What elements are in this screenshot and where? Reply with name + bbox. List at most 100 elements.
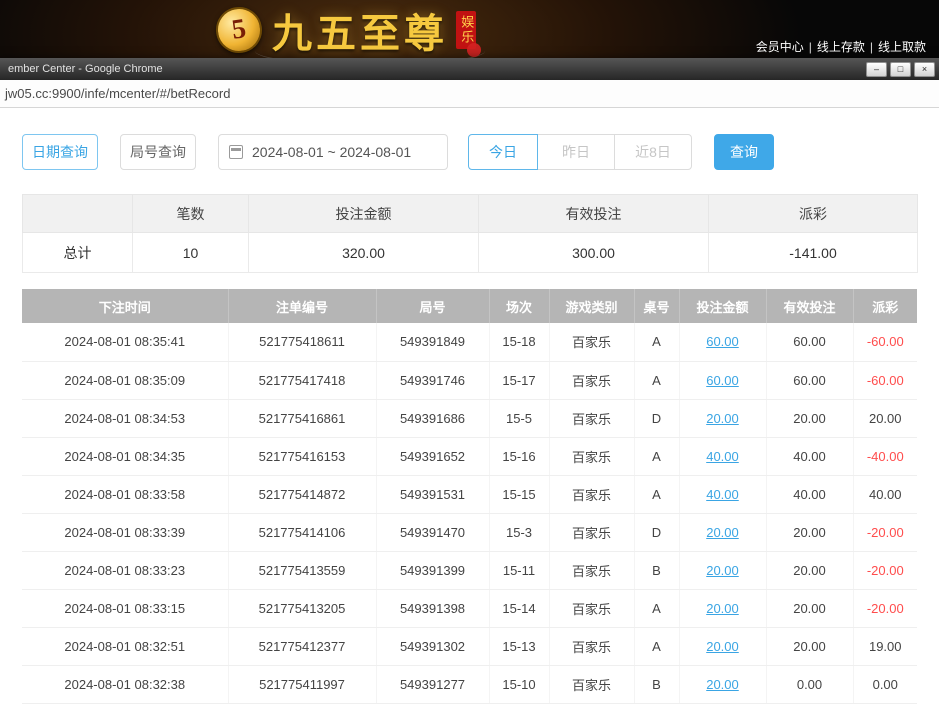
cell-bet-amount: 60.00 xyxy=(679,361,766,399)
cell-payout: -20.00 xyxy=(853,551,917,589)
summary-header-payout: 派彩 xyxy=(709,195,918,233)
cell-payout: -20.00 xyxy=(853,513,917,551)
cell-valid-bet: 40.00 xyxy=(766,475,853,513)
summary-header-count: 笔数 xyxy=(133,195,249,233)
browser-window: ember Center - Google Chrome – □ × jw05.… xyxy=(0,58,939,708)
table-row: 2024-08-01 08:33:39521775414106549391470… xyxy=(22,513,917,551)
cell-valid-bet: 20.00 xyxy=(766,513,853,551)
col-header-session: 场次 xyxy=(489,289,549,323)
summary-header-row: 笔数 投注金额 有效投注 派彩 xyxy=(23,195,918,233)
table-row: 2024-08-01 08:35:09521775417418549391746… xyxy=(22,361,917,399)
summary-valid-bet-value: 300.00 xyxy=(479,233,709,273)
cell-game-type: 百家乐 xyxy=(549,475,634,513)
cell-round-id: 549391652 xyxy=(376,437,489,475)
cell-bet-id: 521775413559 xyxy=(228,551,376,589)
cell-bet-amount: 20.00 xyxy=(679,665,766,703)
bet-amount-link[interactable]: 20.00 xyxy=(706,601,739,616)
cell-bet-time: 2024-08-01 08:35:09 xyxy=(22,361,228,399)
cell-valid-bet: 40.00 xyxy=(766,437,853,475)
cell-bet-id: 521775417418 xyxy=(228,361,376,399)
cell-payout: 20.00 xyxy=(853,399,917,437)
date-query-tab[interactable]: 日期查询 xyxy=(22,134,98,170)
bet-amount-link[interactable]: 20.00 xyxy=(706,411,739,426)
cell-bet-id: 521775413205 xyxy=(228,589,376,627)
cell-game-type: 百家乐 xyxy=(549,437,634,475)
cell-session: 15-18 xyxy=(489,323,549,361)
cell-session: 15-10 xyxy=(489,665,549,703)
browser-urlbar[interactable]: jw05.cc:9900/infe/mcenter/#/betRecord xyxy=(0,80,939,108)
cell-payout: 0.00 xyxy=(853,665,917,703)
cell-bet-time: 2024-08-01 08:32:38 xyxy=(22,665,228,703)
table-row: 2024-08-01 08:33:58521775414872549391531… xyxy=(22,475,917,513)
bet-amount-link[interactable]: 20.00 xyxy=(706,639,739,654)
filter-row: 日期查询 局号查询 2024-08-01 ~ 2024-08-01 今日 昨日 … xyxy=(22,134,917,170)
cell-payout: -60.00 xyxy=(853,361,917,399)
nav-member-center[interactable]: 会员中心 xyxy=(756,40,804,54)
col-header-round-id: 局号 xyxy=(376,289,489,323)
maximize-button[interactable]: □ xyxy=(890,62,911,77)
cell-bet-id: 521775416153 xyxy=(228,437,376,475)
col-header-game-type: 游戏类别 xyxy=(549,289,634,323)
site-nav: 会员中心|线上存款|线上取款 xyxy=(751,38,931,55)
close-button[interactable]: × xyxy=(914,62,935,77)
table-row: 2024-08-01 08:35:41521775418611549391849… xyxy=(22,323,917,361)
cell-bet-time: 2024-08-01 08:33:39 xyxy=(22,513,228,551)
bet-amount-link[interactable]: 20.00 xyxy=(706,677,739,692)
cell-bet-amount: 40.00 xyxy=(679,437,766,475)
cell-payout: -60.00 xyxy=(853,323,917,361)
url-text: jw05.cc:9900/infe/mcenter/#/betRecord xyxy=(5,86,230,101)
cell-game-type: 百家乐 xyxy=(549,627,634,665)
cell-payout: -40.00 xyxy=(853,437,917,475)
cell-bet-id: 521775418611 xyxy=(228,323,376,361)
table-row: 2024-08-01 08:34:53521775416861549391686… xyxy=(22,399,917,437)
cell-payout: 19.00 xyxy=(853,627,917,665)
site-header: 5 九五至尊 娱乐 会员中心|线上存款|线上取款 xyxy=(0,0,939,58)
cell-round-id: 549391531 xyxy=(376,475,489,513)
cell-bet-amount: 20.00 xyxy=(679,589,766,627)
cell-round-id: 549391302 xyxy=(376,627,489,665)
cell-bet-amount: 40.00 xyxy=(679,475,766,513)
cell-table-no: A xyxy=(634,475,679,513)
cell-valid-bet: 20.00 xyxy=(766,551,853,589)
bet-amount-link[interactable]: 20.00 xyxy=(706,563,739,578)
search-button[interactable]: 查询 xyxy=(714,134,774,170)
nav-online-withdraw[interactable]: 线上取款 xyxy=(878,40,926,54)
bet-amount-link[interactable]: 40.00 xyxy=(706,487,739,502)
table-row: 2024-08-01 08:33:23521775413559549391399… xyxy=(22,551,917,589)
cell-bet-time: 2024-08-01 08:34:53 xyxy=(22,399,228,437)
cell-bet-id: 521775414106 xyxy=(228,513,376,551)
cell-bet-time: 2024-08-01 08:32:51 xyxy=(22,627,228,665)
cell-bet-time: 2024-08-01 08:34:35 xyxy=(22,437,228,475)
bet-amount-link[interactable]: 60.00 xyxy=(706,373,739,388)
bet-record-page: 日期查询 局号查询 2024-08-01 ~ 2024-08-01 今日 昨日 … xyxy=(0,108,939,708)
cell-bet-time: 2024-08-01 08:33:23 xyxy=(22,551,228,589)
bet-amount-link[interactable]: 20.00 xyxy=(706,525,739,540)
cell-valid-bet: 20.00 xyxy=(766,399,853,437)
bet-amount-link[interactable]: 60.00 xyxy=(706,334,739,349)
cell-valid-bet: 20.00 xyxy=(766,627,853,665)
cell-game-type: 百家乐 xyxy=(549,513,634,551)
cell-bet-amount: 20.00 xyxy=(679,627,766,665)
bet-amount-link[interactable]: 40.00 xyxy=(706,449,739,464)
cell-table-no: B xyxy=(634,665,679,703)
cell-round-id: 549391398 xyxy=(376,589,489,627)
yesterday-button[interactable]: 昨日 xyxy=(537,134,615,170)
cell-table-no: A xyxy=(634,589,679,627)
cell-game-type: 百家乐 xyxy=(549,665,634,703)
logo-coin-icon: 5 xyxy=(213,4,265,56)
bet-table-body: 2024-08-01 08:35:41521775418611549391849… xyxy=(22,323,917,703)
round-query-tab[interactable]: 局号查询 xyxy=(120,134,196,170)
nav-online-deposit[interactable]: 线上存款 xyxy=(817,40,865,54)
last8days-button[interactable]: 近8日 xyxy=(614,134,692,170)
cell-bet-time: 2024-08-01 08:35:41 xyxy=(22,323,228,361)
minimize-button[interactable]: – xyxy=(866,62,887,77)
browser-titlebar[interactable]: ember Center - Google Chrome – □ × xyxy=(0,58,939,80)
cell-table-no: B xyxy=(634,551,679,589)
cell-round-id: 549391686 xyxy=(376,399,489,437)
col-header-bet-time: 下注时间 xyxy=(22,289,228,323)
date-range-input[interactable]: 2024-08-01 ~ 2024-08-01 xyxy=(218,134,448,170)
cell-round-id: 549391277 xyxy=(376,665,489,703)
col-header-bet-amount: 投注金额 xyxy=(679,289,766,323)
cell-bet-id: 521775412377 xyxy=(228,627,376,665)
today-button[interactable]: 今日 xyxy=(468,134,538,170)
